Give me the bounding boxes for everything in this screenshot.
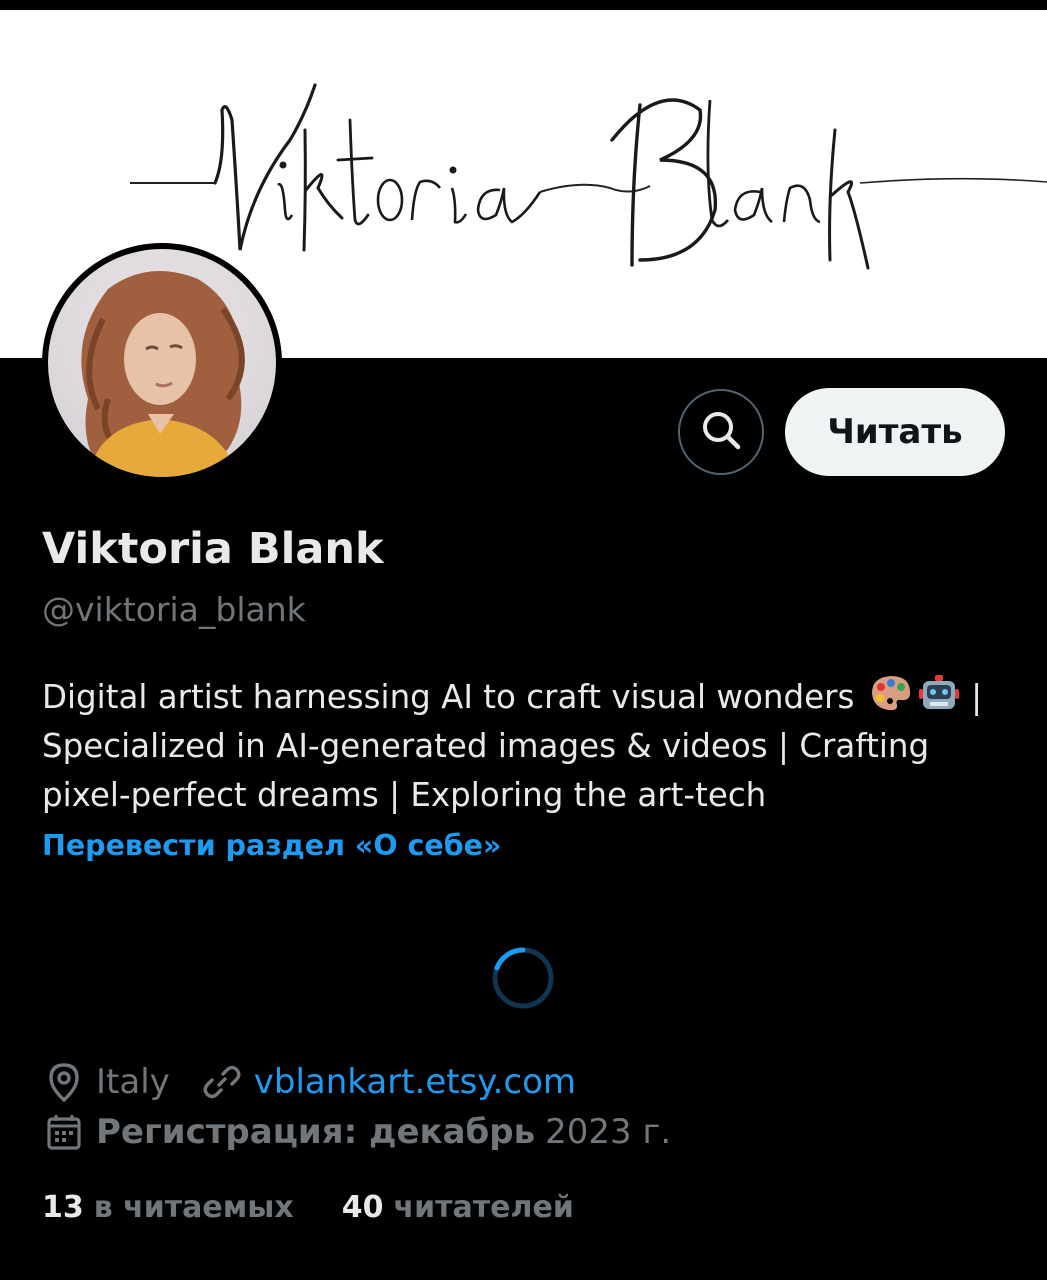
calendar-icon: [42, 1110, 86, 1154]
website-link[interactable]: vblankart.etsy.com: [254, 1062, 576, 1102]
location-website-row: Italy vblankart.etsy.com: [42, 1060, 576, 1104]
bio-line-3: pixel-perfect dreams | Exploring the art…: [42, 776, 767, 814]
follow-button[interactable]: Читать: [785, 388, 1005, 476]
following-count: 13: [42, 1190, 84, 1225]
followers-label: читателей: [393, 1190, 574, 1225]
location-pin-icon: [42, 1060, 86, 1104]
robot-emoji-icon: [917, 673, 961, 713]
profile-bio: Digital artist harnessing AI to craft vi…: [42, 673, 1017, 820]
location-text: Italy: [96, 1062, 170, 1102]
following-label: в читаемых: [93, 1190, 294, 1225]
search-icon: [699, 408, 743, 456]
join-label: Регистрация: декабрь: [96, 1112, 536, 1152]
bio-line-2: Specialized in AI-generated images & vid…: [42, 727, 930, 765]
translate-bio-link[interactable]: Перевести раздел «О себе»: [42, 829, 501, 862]
following-stat[interactable]: 13 в читаемых: [42, 1190, 294, 1225]
palette-emoji-icon: [869, 673, 913, 713]
loading-spinner-icon: [491, 946, 555, 1010]
link-icon: [200, 1060, 244, 1104]
avatar-photo: [48, 249, 276, 477]
bio-line-1-text: Digital artist harnessing AI to craft vi…: [42, 678, 855, 716]
display-name: Viktoria Blank: [42, 524, 384, 574]
top-strip: [0, 0, 1047, 10]
followers-stat[interactable]: 40 читателей: [342, 1190, 574, 1225]
join-date: 2023 г.: [545, 1112, 672, 1152]
join-date-row: Регистрация: декабрь 2023 г.: [42, 1110, 671, 1154]
followers-count: 40: [341, 1190, 384, 1225]
user-handle: @viktoria_blank: [42, 590, 306, 629]
follow-stats: 13 в читаемых 40 читателей: [42, 1190, 574, 1225]
bio-line-1-suffix: |: [971, 678, 983, 716]
bio-line-1: Digital artist harnessing AI to craft vi…: [42, 673, 1017, 722]
profile-avatar[interactable]: [42, 243, 282, 483]
search-button[interactable]: [678, 389, 764, 475]
